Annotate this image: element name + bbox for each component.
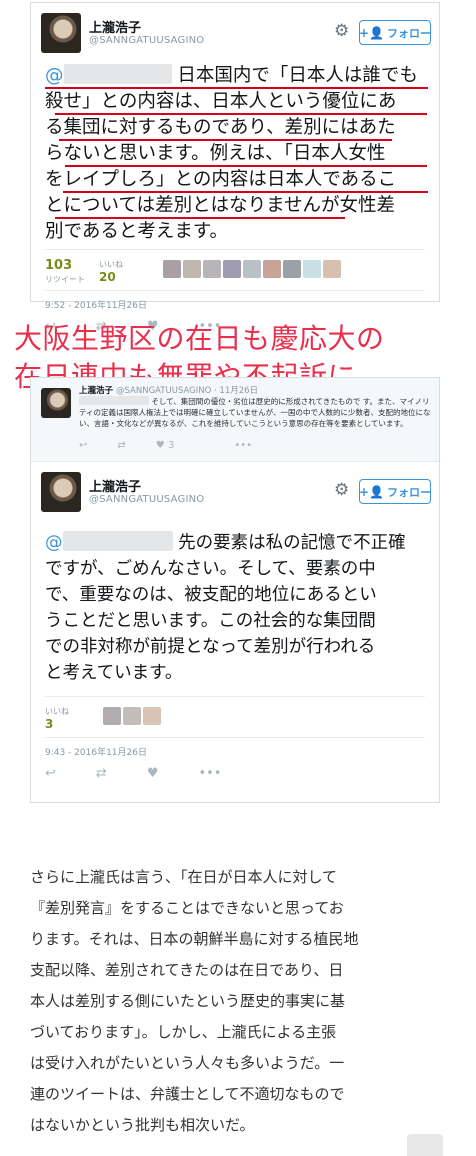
like-stat[interactable]: いいね 20 bbox=[99, 258, 123, 284]
avatar[interactable] bbox=[243, 260, 261, 278]
avatar[interactable] bbox=[223, 260, 241, 278]
tweet-line: と考えています。 bbox=[45, 663, 183, 683]
avatar[interactable] bbox=[143, 707, 161, 725]
avatar[interactable] bbox=[263, 260, 281, 278]
article-line: 連のツイートは、弁護士として不適切なもので bbox=[30, 1085, 345, 1103]
red-underline bbox=[59, 139, 392, 141]
reply-tweet[interactable]: 上瀧浩子 @SANNGATUUSAGINO · 11月26日 そして、集団間の優… bbox=[31, 378, 439, 462]
tweet-line: 別であると考えます。 bbox=[45, 221, 228, 242]
user-handle[interactable]: @SANNGATUUSAGINO bbox=[89, 494, 204, 505]
tweet-header: 上瀧浩子 @SANNGATUUSAGINO ⚙ +👤 フォロー bbox=[31, 3, 439, 63]
article-line: 『差別発言』をすることはできないと思ってお bbox=[30, 899, 344, 917]
tweet-timestamp[interactable]: 9:43 - 2016年11月26日 bbox=[45, 745, 425, 758]
tweet-line: 先の要素は私の記憶で不正確 bbox=[178, 533, 406, 553]
avatar[interactable] bbox=[41, 388, 71, 418]
gear-icon[interactable]: ⚙ bbox=[334, 21, 349, 41]
article-line: ります。それは、日本の朝鮮半島に対する植民地 bbox=[30, 930, 359, 948]
article-line: はないかという批判も相次いだ。 bbox=[30, 1116, 255, 1134]
avatar[interactable] bbox=[163, 260, 181, 278]
mention-link[interactable]: @ bbox=[45, 531, 173, 553]
tweet-timestamp[interactable]: 9:52 - 2016年11月26日 bbox=[45, 298, 425, 311]
avatar[interactable] bbox=[123, 707, 141, 725]
tweet-stats: いいね 3 bbox=[31, 697, 439, 737]
avatar[interactable] bbox=[41, 13, 81, 53]
red-underline bbox=[63, 191, 428, 193]
avatar[interactable] bbox=[203, 260, 221, 278]
tweet-line: うことだと思います。この社会的な集団間 bbox=[45, 611, 376, 631]
blurred-mention bbox=[79, 396, 149, 405]
retweet-icon[interactable]: ⇄ bbox=[96, 766, 107, 781]
tweet-card: 上瀧浩子 @SANNGATUUSAGINO ⚙ +👤 フォロー @ 日本国内で「… bbox=[30, 2, 440, 334]
heart-icon[interactable]: ♥ bbox=[147, 766, 159, 781]
retweet-icon[interactable]: ⇄ bbox=[117, 440, 125, 451]
reply-icon[interactable]: ↩ bbox=[45, 766, 56, 781]
article-body: さらに上瀧氏は言う、「在日が日本人に対して 『差別発言』をすることはできないと思… bbox=[30, 862, 448, 1141]
article-line: 支配以降、差別されてきたのは在日であり、日 bbox=[30, 961, 344, 979]
user-handle[interactable]: @SANNGATUUSAGINO bbox=[89, 35, 204, 46]
liker-avatars bbox=[163, 260, 343, 278]
tweet-card: 上瀧浩子 @SANNGATUUSAGINO · 11月26日 そして、集団間の優… bbox=[30, 377, 440, 803]
red-underline bbox=[65, 165, 427, 167]
tweet-line: る集団に対するものであり、差別にはあた bbox=[45, 117, 396, 138]
follow-button[interactable]: +👤 フォロー bbox=[359, 479, 431, 504]
follow-button[interactable]: +👤 フォロー bbox=[359, 20, 431, 45]
retweet-stat[interactable]: 103 リツイート bbox=[45, 258, 85, 285]
reply-actions: ↩ ⇄ ♥ 3 ••• bbox=[79, 440, 282, 451]
tweet-line: で、重要なのは、被支配的地位にあるとい bbox=[45, 585, 377, 605]
reply-user-name[interactable]: 上瀧浩子 @SANNGATUUSAGINO · 11月26日 bbox=[79, 384, 258, 396]
avatar[interactable] bbox=[103, 707, 121, 725]
avatar[interactable] bbox=[283, 260, 301, 278]
tweet-line: 日本国内で「日本人は誰でも bbox=[177, 65, 418, 86]
avatar[interactable] bbox=[183, 260, 201, 278]
gear-icon[interactable]: ⚙ bbox=[334, 480, 349, 500]
tweet-line: をレイプしろ」との内容は日本人であるこ bbox=[45, 169, 397, 190]
follow-label: フォロー bbox=[387, 26, 431, 40]
tweet-line: での非対称が前提となって差別が行われる bbox=[45, 637, 376, 657]
article-line: は受け入れがたいという人々も多いようだ。一 bbox=[30, 1054, 345, 1072]
tweet-line: 殺せ」との内容は、日本人という優位にあ bbox=[45, 91, 397, 112]
avatar[interactable] bbox=[303, 260, 321, 278]
red-underline bbox=[55, 217, 345, 219]
headline-line-1: 大阪生野区の在日も慶応大の bbox=[14, 322, 385, 355]
reply-icon[interactable]: ↩ bbox=[79, 440, 87, 451]
user-name[interactable]: 上瀧浩子 bbox=[89, 476, 141, 495]
blurred-mention bbox=[62, 531, 173, 551]
tweet-line: ですが、ごめんなさい。そして、要素の中 bbox=[45, 559, 376, 579]
avatar[interactable] bbox=[41, 472, 81, 512]
mention-link[interactable]: @ bbox=[45, 64, 172, 86]
red-underline bbox=[45, 87, 428, 89]
tweet-actions: ↩ ⇄ ♥ ••• bbox=[31, 758, 439, 788]
person-plus-icon: +👤 bbox=[359, 25, 384, 40]
scroll-to-top-button[interactable] bbox=[407, 1134, 443, 1156]
tweet-text: @ 先の要素は私の記憶で不正確 ですが、ごめんなさい。そして、要素の中 で、重要… bbox=[45, 530, 425, 686]
tweet-line: らないと思います。例えは、「日本人女性 bbox=[45, 143, 386, 164]
user-name[interactable]: 上瀧浩子 bbox=[89, 17, 141, 36]
tweet-header: 上瀧浩子 @SANNGATUUSAGINO ⚙ +👤 フォロー bbox=[31, 462, 439, 522]
heart-icon[interactable]: ♥ 3 bbox=[156, 440, 205, 451]
liker-avatars bbox=[103, 707, 163, 725]
tweet-text: @ 日本国内で「日本人は誰でも 殺せ」との内容は、日本人という優位にあ る集団に… bbox=[45, 63, 428, 245]
avatar[interactable] bbox=[323, 260, 341, 278]
follow-label: フォロー bbox=[387, 485, 431, 499]
more-icon[interactable]: ••• bbox=[198, 766, 221, 781]
tweet-line: とについては差別とはなりませんが女性差 bbox=[45, 195, 396, 216]
tweet-stats: 103 リツイート いいね 20 bbox=[31, 250, 439, 290]
like-stat[interactable]: いいね 3 bbox=[45, 705, 69, 731]
reply-text: そして、集団間の優位・劣位は歴史的に形成されてきたもので す。また、マイノリティ… bbox=[79, 396, 431, 428]
article-line: 本人は差別する側にいたという歴史的事実に基 bbox=[30, 992, 346, 1010]
article-line: づいております」。しかし、上瀧氏による主張 bbox=[30, 1023, 337, 1041]
red-underline bbox=[55, 113, 427, 115]
blurred-mention bbox=[63, 64, 172, 84]
article-line: さらに上瀧氏は言う、「在日が日本人に対して bbox=[30, 868, 338, 886]
more-icon[interactable]: ••• bbox=[234, 440, 252, 451]
person-plus-icon: +👤 bbox=[359, 484, 384, 499]
